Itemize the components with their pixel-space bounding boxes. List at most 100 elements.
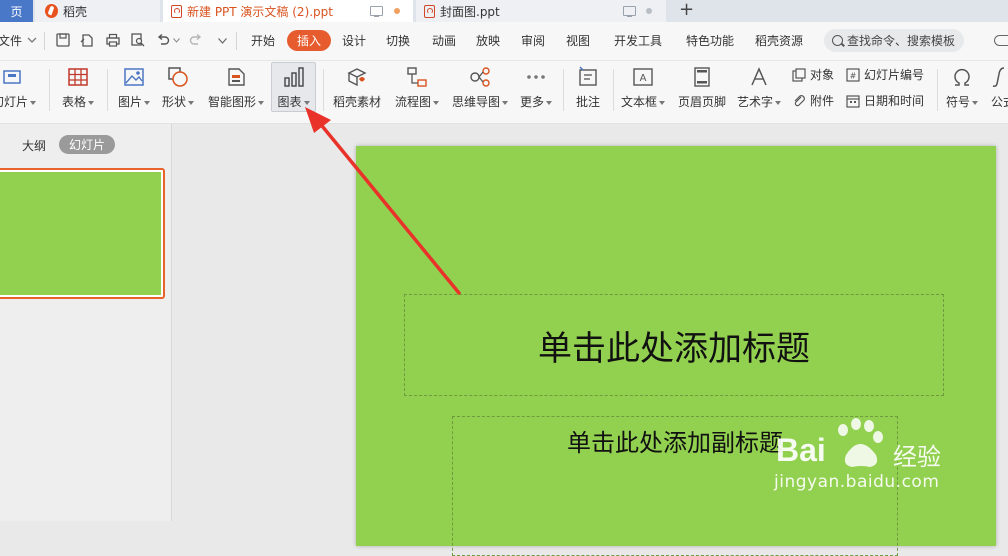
add-tab-icon[interactable]: +: [679, 0, 694, 20]
more-dots-icon: [527, 75, 545, 79]
title-placeholder-text: 单击此处添加标题: [538, 328, 810, 369]
header-footer-button[interactable]: 页眉页脚: [675, 61, 729, 113]
chart-button[interactable]: 图表: [271, 61, 316, 113]
ppt-file-icon: [424, 4, 435, 18]
dropdown-caret-icon: [546, 100, 552, 105]
daoke-logo-icon: [45, 4, 58, 18]
print-preview-icon[interactable]: [131, 33, 145, 47]
picture-button[interactable]: 图片: [114, 61, 154, 113]
divider: [323, 69, 324, 111]
attachment-button[interactable]: 附件: [792, 92, 834, 109]
undo-icon[interactable]: [156, 33, 170, 47]
dropdown-caret-icon: [433, 100, 439, 105]
formula-button[interactable]: 公式: [986, 61, 1008, 113]
subtitle-placeholder-text: 单击此处添加副标题: [567, 429, 783, 457]
menu-special-features[interactable]: 特色功能: [686, 32, 734, 49]
menu-design[interactable]: 设计: [342, 32, 366, 49]
tab-daoke[interactable]: 稻壳: [35, 0, 160, 22]
tab-slides[interactable]: 幻灯片: [59, 135, 115, 154]
daoke-material-button[interactable]: 稻壳素材: [329, 61, 385, 113]
dropdown-caret-icon: [775, 100, 781, 105]
textbox-icon: A: [633, 68, 653, 86]
bar-chart-icon: [283, 67, 304, 87]
tab-cover-image[interactable]: 封面图.ppt: [416, 0, 666, 22]
print-icon[interactable]: [106, 33, 120, 47]
menu-slideshow[interactable]: 放映: [476, 32, 500, 49]
dropdown-caret-icon: [659, 100, 665, 105]
textbox-button[interactable]: A 文本框: [618, 61, 668, 113]
wordart-button[interactable]: 艺术字: [735, 61, 783, 113]
divider: [937, 69, 938, 111]
object-icon: [792, 67, 806, 82]
material-icon: [347, 68, 367, 87]
new-slide-button[interactable]: 幻灯片: [0, 61, 37, 113]
symbol-button[interactable]: 符号: [942, 61, 982, 113]
monitor-icon[interactable]: [370, 6, 383, 17]
watermark-url: jingyan.baidu.com: [774, 472, 940, 492]
menu-insert[interactable]: 插入: [287, 30, 331, 51]
menu-review[interactable]: 审阅: [521, 32, 545, 49]
ppt-file-icon: [171, 4, 182, 18]
divider: [236, 32, 237, 50]
picture-label: 图片: [117, 95, 142, 109]
chart-label: 图表: [277, 95, 302, 109]
menu-animation[interactable]: 动画: [432, 32, 456, 49]
object-label: 对象: [810, 68, 835, 82]
customize-toolbar-chevron-icon[interactable]: [218, 38, 227, 44]
mindmap-label: 思维导图: [451, 95, 500, 109]
redo-icon[interactable]: [189, 33, 203, 47]
menu-home[interactable]: 开始: [251, 32, 275, 49]
tab-slides-label: 幻灯片: [68, 138, 105, 152]
mindmap-icon: [470, 67, 490, 87]
more-button[interactable]: 更多: [517, 61, 555, 113]
shape-button[interactable]: 形状: [158, 61, 198, 113]
watermark-brand: Bai: [776, 432, 826, 468]
divider: [44, 32, 45, 50]
menu-daoke-resources[interactable]: 稻壳资源: [755, 32, 803, 49]
close-dot-icon[interactable]: [646, 8, 652, 14]
output-pdf-icon[interactable]: [80, 33, 94, 47]
watermark-jingyan: 经验: [893, 443, 941, 471]
flowchart-button[interactable]: 流程图: [392, 61, 442, 113]
save-icon[interactable]: [56, 33, 70, 47]
smartart-label: 智能图形: [207, 95, 256, 109]
more-label: 更多: [519, 95, 544, 109]
menu-developer-tools[interactable]: 开发工具: [614, 32, 662, 49]
menu-file[interactable]: 文件: [0, 32, 22, 49]
smartart-button[interactable]: 智能图形: [205, 61, 267, 113]
menu-view[interactable]: 视图: [566, 32, 590, 49]
table-icon: [68, 68, 88, 86]
tab-outline[interactable]: 大纲: [22, 137, 46, 154]
search-placeholder: 查找命令、搜索模板: [847, 34, 956, 48]
slide-number-button[interactable]: # 幻灯片编号: [846, 66, 924, 83]
divider: [107, 69, 108, 111]
cloud-icon[interactable]: [994, 35, 1008, 46]
smartart-icon: [228, 68, 245, 86]
chevron-down-icon[interactable]: [173, 38, 180, 43]
object-button[interactable]: 对象: [792, 66, 834, 83]
svg-text:#: #: [850, 71, 857, 80]
table-button[interactable]: 表格: [58, 61, 98, 113]
comment-button[interactable]: 批注: [569, 61, 607, 113]
attachment-label: 附件: [810, 94, 835, 108]
chevron-down-icon[interactable]: [27, 36, 37, 44]
daoke-material-label: 稻壳素材: [332, 95, 381, 109]
slide-navigation-panel: 大纲 幻灯片: [0, 124, 172, 521]
command-search-box[interactable]: 查找命令、搜索模板: [824, 29, 964, 52]
mindmap-button[interactable]: 思维导图: [450, 61, 510, 113]
tab-home[interactable]: 页: [0, 0, 33, 22]
slide-number-label: 幻灯片编号: [864, 68, 925, 82]
slide-thumbnail-1[interactable]: [0, 168, 165, 299]
wordart-label: 艺术字: [736, 95, 773, 109]
datetime-label: 日期和时间: [864, 94, 925, 108]
datetime-button[interactable]: 日期和时间: [846, 92, 924, 109]
menu-transition[interactable]: 切换: [386, 32, 410, 49]
dropdown-caret-icon: [144, 100, 150, 105]
tab-new-presentation[interactable]: 新建 PPT 演示文稿 (2).ppt: [163, 0, 413, 22]
comment-icon: [579, 66, 597, 86]
title-placeholder[interactable]: 单击此处添加标题: [404, 294, 944, 396]
symbol-label: 符号: [945, 95, 970, 109]
slide-thumbnail-content: [0, 172, 161, 295]
calendar-icon: [846, 94, 860, 108]
monitor-icon[interactable]: [623, 6, 636, 17]
